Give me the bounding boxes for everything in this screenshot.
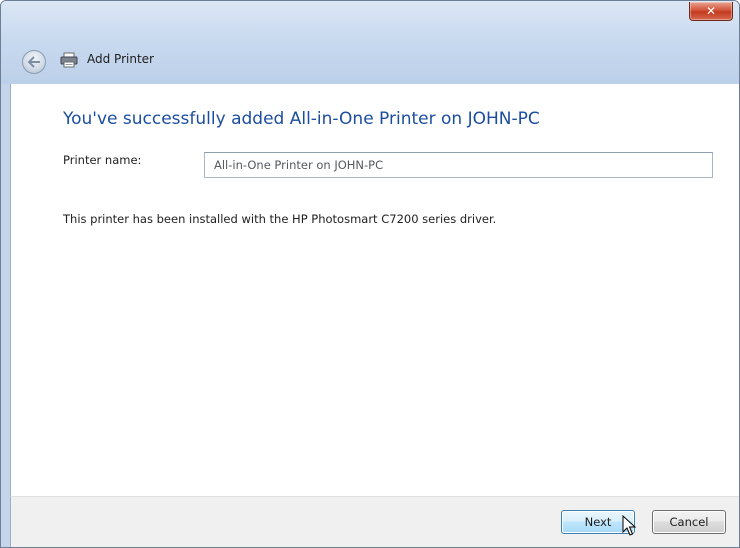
close-icon: ✕ [705,4,717,18]
window-title: Add Printer [87,52,154,66]
back-arrow-icon [27,56,40,68]
driver-info-text: This printer has been installed with the… [63,212,497,226]
wizard-content: You've successfully added All-in-One Pri… [10,84,739,496]
back-button[interactable] [22,50,46,74]
printer-name-label: Printer name: [63,153,142,167]
main-instruction: You've successfully added All-in-One Pri… [63,109,540,129]
close-button[interactable]: ✕ [689,2,733,21]
mouse-pointer-icon [622,515,636,536]
printer-name-input[interactable] [204,152,713,178]
printer-icon [60,52,78,68]
add-printer-window: ✕ Add Printer You've successfully added … [0,0,740,548]
cancel-button[interactable]: Cancel [652,510,726,534]
title-bar: ✕ Add Printer [1,1,739,84]
